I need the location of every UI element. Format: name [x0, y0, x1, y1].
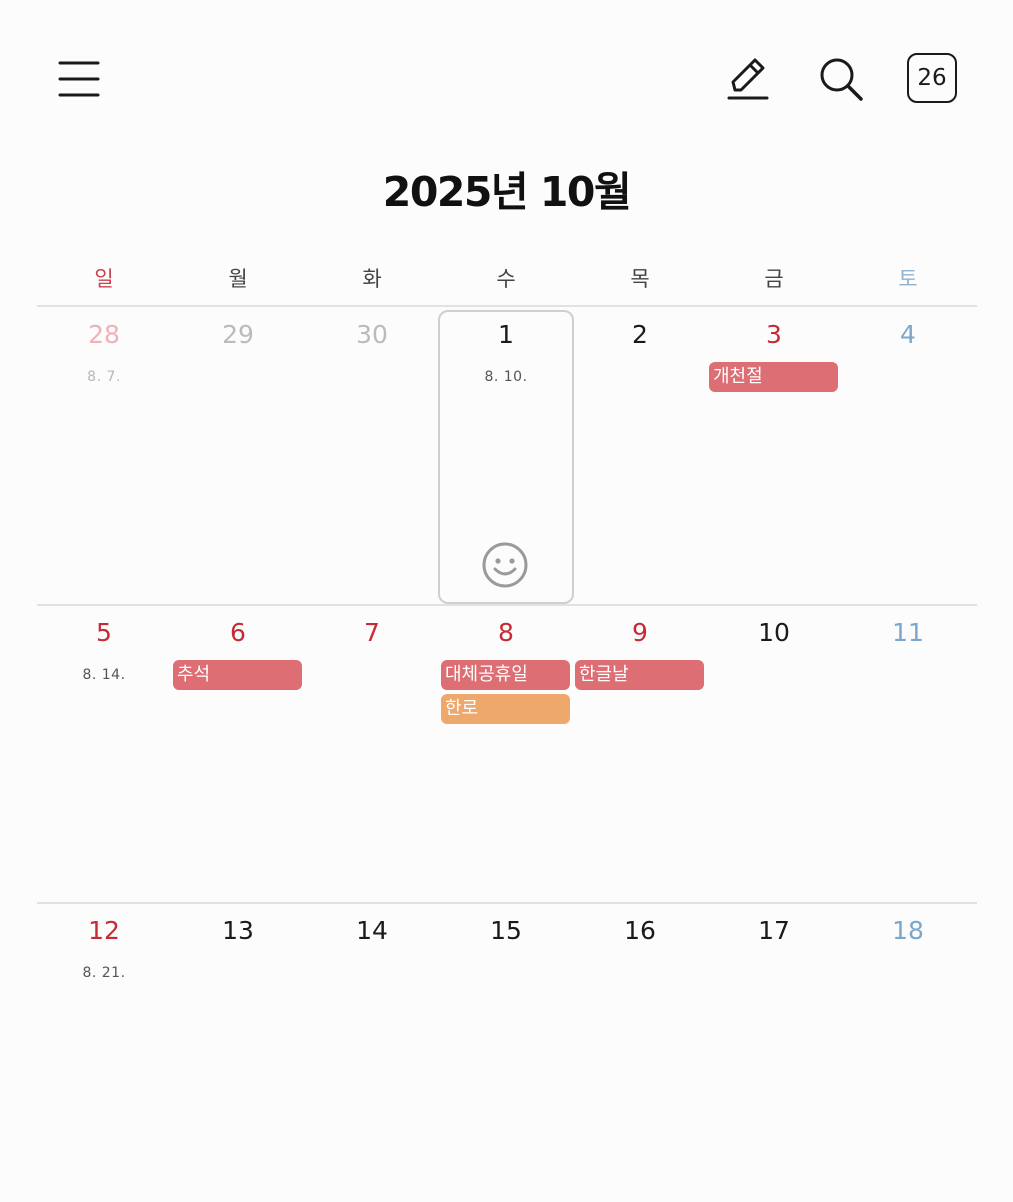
pen-icon — [727, 58, 769, 100]
weekday-label: 수 — [496, 267, 516, 291]
day-cell[interactable]: 9 — [573, 608, 707, 904]
lunar-date: 8. 21. — [82, 965, 126, 981]
day-number: 3 — [766, 320, 782, 349]
smiley-face-icon[interactable] — [481, 541, 529, 589]
day-cell[interactable]: 29 — [171, 310, 305, 606]
day-cell[interactable]: 8 — [439, 608, 573, 904]
menu-button[interactable] — [56, 56, 102, 102]
day-cell[interactable]: 5 8. 14. — [37, 608, 171, 904]
weekday-label: 화 — [362, 267, 382, 291]
weekday-label: 금 — [764, 267, 784, 291]
day-number: 7 — [364, 618, 380, 647]
day-number: 5 — [96, 618, 112, 647]
day-cell[interactable]: 4 — [841, 310, 975, 606]
day-cell[interactable]: 18 — [841, 906, 975, 1202]
day-number: 29 — [222, 320, 254, 349]
lunar-date: 8. 7. — [87, 369, 121, 385]
day-number: 8 — [498, 618, 514, 647]
day-cell[interactable]: 17 — [707, 906, 841, 1202]
day-number: 17 — [758, 916, 790, 945]
lunar-date: 8. 14. — [82, 667, 126, 683]
day-number: 4 — [900, 320, 916, 349]
event-chip[interactable]: 개천절 — [709, 362, 838, 392]
day-cell[interactable]: 12 8. 21. — [37, 906, 171, 1202]
day-cell[interactable]: 13 — [171, 906, 305, 1202]
day-cell[interactable]: 10 — [707, 608, 841, 904]
day-number: 10 — [758, 618, 790, 647]
weekday-label: 목 — [630, 267, 650, 291]
day-number: 1 — [498, 320, 514, 349]
today-button[interactable]: 26 — [907, 53, 957, 103]
day-cell[interactable]: 15 — [439, 906, 573, 1202]
day-cell[interactable]: 6 — [171, 608, 305, 904]
week-divider — [37, 305, 977, 307]
day-number: 14 — [356, 916, 388, 945]
day-number: 16 — [624, 916, 656, 945]
day-cell[interactable]: 28 8. 7. — [37, 310, 171, 606]
day-cell[interactable]: 14 — [305, 906, 439, 1202]
day-number: 28 — [88, 320, 120, 349]
day-cell[interactable]: 30 — [305, 310, 439, 606]
day-number: 18 — [892, 916, 924, 945]
day-cell[interactable]: 16 — [573, 906, 707, 1202]
weekday-label: 토 — [898, 267, 918, 291]
day-number: 6 — [230, 618, 246, 647]
day-number: 13 — [222, 916, 254, 945]
event-chip[interactable]: 대체공휴일 — [441, 660, 570, 690]
day-number: 2 — [632, 320, 648, 349]
weekday-label: 월 — [228, 267, 248, 291]
event-chip[interactable]: 추석 — [173, 660, 302, 690]
day-cell[interactable]: 3 — [707, 310, 841, 606]
search-button[interactable] — [814, 52, 868, 106]
day-number: 9 — [632, 618, 648, 647]
weekday-label: 일 — [94, 267, 114, 291]
day-number: 15 — [490, 916, 522, 945]
hamburger-menu-icon — [58, 61, 100, 97]
day-cell[interactable]: 11 — [841, 608, 975, 904]
edit-button[interactable] — [722, 52, 774, 104]
month-title[interactable]: 2025년 10월 — [0, 158, 1013, 218]
event-chip[interactable]: 한글날 — [575, 660, 704, 690]
day-number: 11 — [892, 618, 924, 647]
search-icon — [820, 58, 863, 101]
day-cell[interactable]: 7 — [305, 608, 439, 904]
event-chip[interactable]: 한로 — [441, 694, 570, 724]
lunar-date: 8. 10. — [484, 369, 528, 385]
day-cell[interactable]: 2 — [573, 310, 707, 606]
day-number: 12 — [88, 916, 120, 945]
day-number: 30 — [356, 320, 388, 349]
